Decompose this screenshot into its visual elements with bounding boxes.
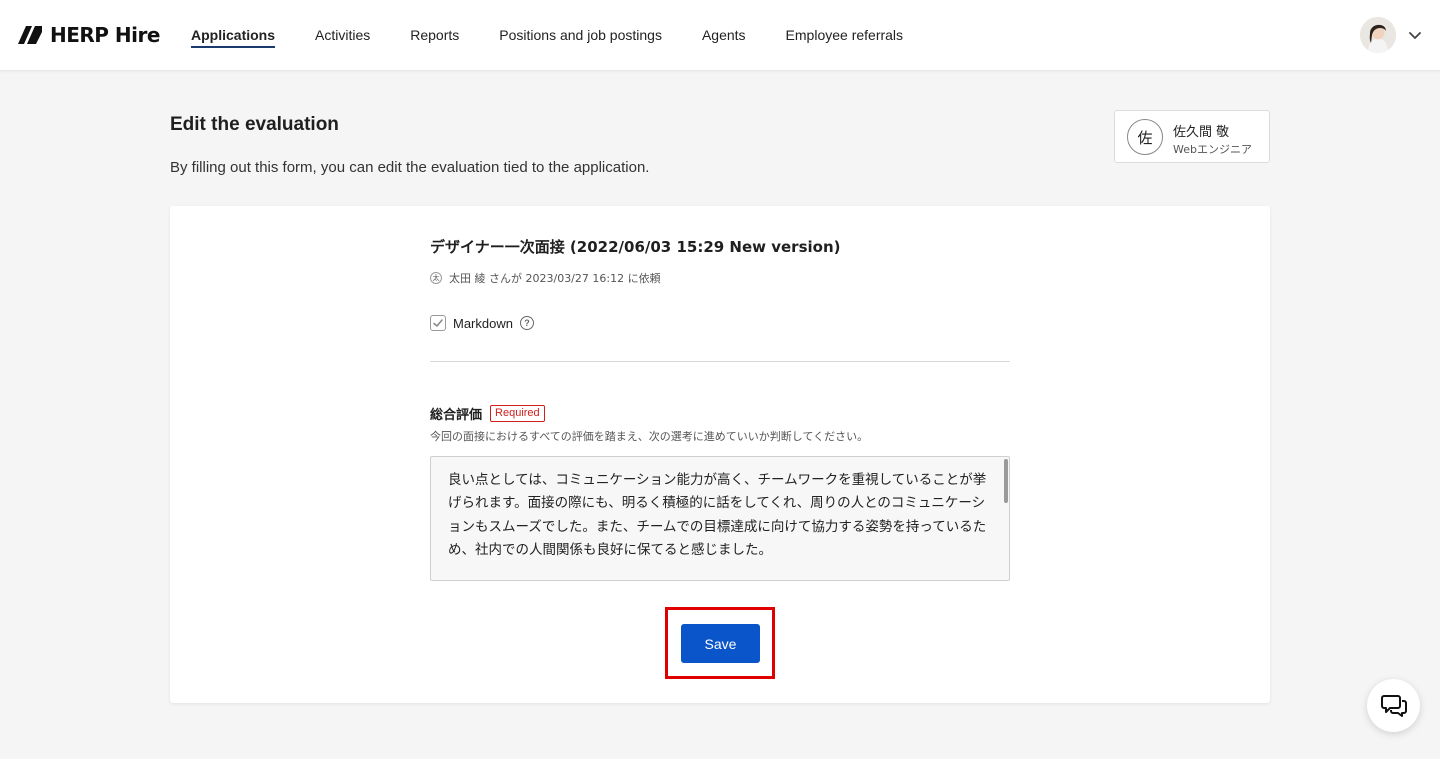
requester-avatar: 太: [430, 272, 442, 284]
user-avatar[interactable]: [1360, 17, 1396, 53]
page-title: Edit the evaluation: [170, 114, 339, 135]
chevron-down-icon[interactable]: [1407, 27, 1423, 43]
user-photo-icon: [1360, 17, 1396, 53]
main-nav: Applications Activities Reports Position…: [191, 0, 943, 70]
nav-reports[interactable]: Reports: [410, 0, 459, 70]
chat-support-button[interactable]: [1367, 679, 1420, 732]
herp-logo-icon: [18, 26, 42, 44]
herp-hire-logo[interactable]: HERP Hire: [16, 22, 160, 48]
section-divider: [430, 361, 1010, 362]
field-help-text: 今回の面接におけるすべての評価を踏まえ、次の選考に進めていいか判断してください。: [430, 430, 869, 443]
textarea-content: 良い点としては、コミュニケーション能力が高く、チームワークを重視していることが挙…: [448, 472, 987, 558]
markdown-checkbox[interactable]: [430, 315, 446, 331]
candidate-avatar: 佐: [1127, 119, 1163, 155]
candidate-role: Webエンジニア: [1173, 143, 1252, 156]
nav-agents[interactable]: Agents: [702, 0, 746, 70]
checkmark-icon: [433, 319, 443, 327]
markdown-label: Markdown: [453, 315, 513, 331]
top-navigation-bar: HERP Hire Applications Activities Report…: [0, 0, 1440, 70]
requester-info: 太 太田 綾 さんが 2023/03/27 16:12 に依頼: [430, 270, 661, 286]
logo-text: HERP Hire: [50, 23, 160, 47]
required-badge: Required: [490, 405, 545, 422]
textarea-scrollbar[interactable]: [1004, 459, 1008, 503]
candidate-name: 佐久間 敬: [1173, 125, 1230, 140]
help-icon[interactable]: ?: [519, 316, 534, 330]
evaluation-title: デザイナー一次面接 (2022/06/03 15:29 New version): [430, 238, 841, 256]
field-label-text: 総合評価: [430, 408, 483, 423]
overall-evaluation-textarea[interactable]: 良い点としては、コミュニケーション能力が高く、チームワークを重視していることが挙…: [430, 456, 1010, 581]
nav-activities[interactable]: Activities: [315, 0, 370, 70]
chat-bubbles-icon: [1380, 694, 1407, 717]
nav-applications[interactable]: Applications: [191, 0, 276, 70]
requested-text: 太田 綾 さんが 2023/03/27 16:12 に依頼: [449, 272, 661, 285]
save-button[interactable]: Save: [681, 624, 760, 663]
nav-employee-referrals[interactable]: Employee referrals: [786, 0, 904, 70]
nav-positions-and-job-postings[interactable]: Positions and job postings: [499, 0, 662, 70]
overall-evaluation-label: 総合評価 Required: [430, 404, 545, 423]
markdown-toggle: Markdown ?: [430, 314, 534, 332]
candidate-card[interactable]: 佐 佐久間 敬 Webエンジニア: [1114, 110, 1270, 163]
page-description: By filling out this form, you can edit t…: [170, 159, 650, 176]
